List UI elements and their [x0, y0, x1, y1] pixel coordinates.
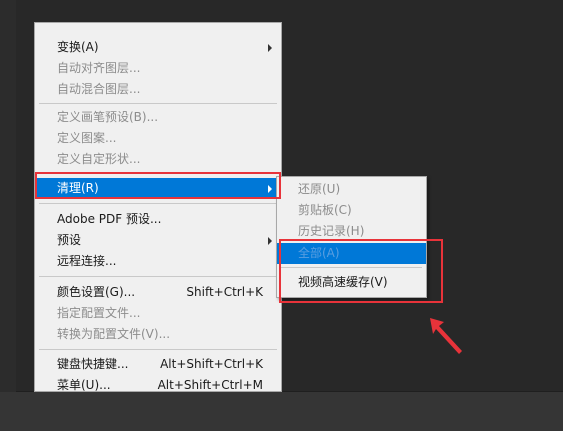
menu-item-menus[interactable]: 菜单(U)... Alt+Shift+Ctrl+M	[35, 375, 281, 392]
menu-separator	[39, 276, 277, 277]
menu-item-define-pattern[interactable]: 定义图案...	[35, 128, 281, 149]
menu-item-keyboard-shortcuts[interactable]: 键盘快捷键... Alt+Shift+Ctrl+K	[35, 354, 281, 375]
menu-item-adobe-pdf-presets[interactable]: Adobe PDF 预设...	[35, 209, 281, 230]
submenu-item-undo[interactable]: 还原(U)	[277, 179, 426, 200]
menu-item-assign-profile[interactable]: 指定配置文件...	[35, 303, 281, 324]
menu-item-label: 键盘快捷键...	[57, 357, 129, 371]
menu-item-label: 历史记录(H)	[298, 224, 365, 238]
all-highlight-box	[279, 239, 443, 303]
menu-separator	[39, 349, 277, 350]
menu-item-convert-to-profile[interactable]: 转换为配置文件(V)...	[35, 324, 281, 345]
menu-item-color-settings[interactable]: 颜色设置(G)... Shift+Ctrl+K	[35, 282, 281, 303]
menu-item-auto-align-layers[interactable]: 自动对齐图层...	[35, 58, 281, 79]
submenu-item-clipboard[interactable]: 剪贴板(C)	[277, 200, 426, 221]
menu-item-label: 还原(U)	[298, 182, 341, 196]
menu-item-label: 定义自定形状...	[57, 152, 141, 166]
menu-item-label: 变换(A)	[57, 40, 99, 54]
menu-item-shortcut: Shift+Ctrl+K	[186, 285, 263, 299]
menu-item-shortcut: Alt+Shift+Ctrl+M	[157, 378, 263, 392]
menu-item-label: 剪贴板(C)	[298, 203, 352, 217]
menu-separator	[39, 103, 277, 104]
menu-item-remote-connections[interactable]: 远程连接...	[35, 251, 281, 272]
menu-separator	[39, 203, 277, 204]
menu-item-label: 远程连接...	[57, 254, 117, 268]
menu-item-label: 转换为配置文件(V)...	[57, 327, 171, 341]
menu-item-transform[interactable]: 变换(A)	[35, 37, 281, 58]
menu-item-label: 菜单(U)...	[57, 378, 111, 392]
menu-item-label: 预设	[57, 233, 82, 247]
menu-item-label: 指定配置文件...	[57, 306, 141, 320]
bottom-band	[0, 392, 563, 431]
menu-item-define-custom-shape[interactable]: 定义自定形状...	[35, 149, 281, 170]
left-gutter	[0, 0, 16, 392]
menu-item-label: 自动对齐图层...	[57, 61, 141, 75]
menu-item-define-brush-preset[interactable]: 定义画笔预设(B)...	[35, 107, 281, 128]
menu-item-label: 定义图案...	[57, 131, 117, 145]
submenu-arrow-icon	[268, 237, 272, 245]
menu-item-presets[interactable]: 预设	[35, 230, 281, 251]
menu-item-shortcut: Alt+Shift+Ctrl+K	[160, 357, 263, 371]
edit-menu: 变换(A) 自动对齐图层... 自动混合图层... 定义画笔预设(B)... 定…	[34, 22, 282, 392]
annotation-arrow-icon	[430, 318, 462, 354]
menu-item-label: Adobe PDF 预设...	[57, 212, 162, 226]
menu-item-auto-blend-layers[interactable]: 自动混合图层...	[35, 79, 281, 100]
purge-highlight-box	[35, 172, 281, 199]
submenu-arrow-icon	[268, 44, 272, 52]
menu-item-label: 颜色设置(G)...	[57, 285, 136, 299]
menu-item-label: 自动混合图层...	[57, 82, 141, 96]
menu-item-partial	[35, 23, 281, 37]
menu-item-label: 定义画笔预设(B)...	[57, 110, 159, 124]
